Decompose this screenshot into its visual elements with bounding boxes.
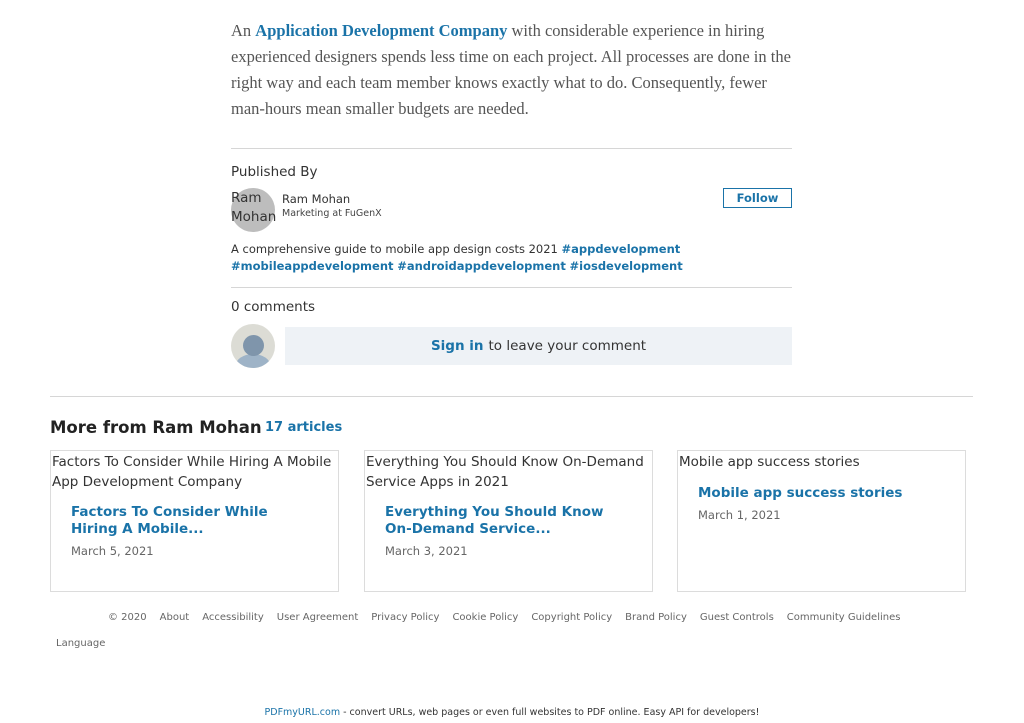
author-avatar-alt-text: Ram Mohan [231, 190, 277, 225]
card-image-alt: Mobile app success stories [679, 454, 860, 470]
card-image-alt: Everything You Should Know On-Demand Ser… [366, 454, 644, 490]
footer-links: © 2020 About Accessibility User Agreemen… [108, 612, 913, 623]
pdf-banner: PDFmyURL.com - convert URLs, web pages o… [0, 707, 1024, 718]
footer-link-about[interactable]: About [160, 612, 190, 623]
footer-link-guest-controls[interactable]: Guest Controls [700, 612, 774, 623]
card-date: March 5, 2021 [71, 544, 154, 558]
comment-prompt-text: to leave your comment [488, 338, 647, 354]
section-divider [50, 396, 973, 397]
article-prefix: An [231, 21, 256, 40]
article-tagline: A comprehensive guide to mobile app desi… [231, 241, 793, 275]
pdf-banner-text: - convert URLs, web pages or even full w… [340, 707, 760, 718]
card-date: March 1, 2021 [698, 508, 781, 522]
user-avatar-icon [231, 324, 275, 368]
article-body: An Application Development Company with … [231, 18, 793, 122]
author-name[interactable]: Ram Mohan [282, 192, 350, 206]
more-from-heading: More from Ram Mohan [50, 418, 262, 437]
article-company-link[interactable]: Application Development Company [255, 21, 507, 40]
card-date: March 3, 2021 [385, 544, 468, 558]
article-card[interactable]: Mobile app success stories Mobile app su… [677, 450, 966, 592]
footer-link-accessibility[interactable]: Accessibility [202, 612, 264, 623]
language-selector[interactable]: Language [56, 638, 105, 649]
card-image-alt: Factors To Consider While Hiring A Mobil… [52, 454, 332, 490]
comments-count: 0 comments [231, 299, 316, 315]
signin-link[interactable]: Sign in [431, 338, 484, 354]
hashtag-link[interactable]: #androidappdevelopment [397, 259, 566, 273]
footer-link-user-agreement[interactable]: User Agreement [277, 612, 359, 623]
footer-link-cookie-policy[interactable]: Cookie Policy [452, 612, 518, 623]
follow-button[interactable]: Follow [723, 188, 792, 208]
footer-link-brand-policy[interactable]: Brand Policy [625, 612, 687, 623]
hashtag-link[interactable]: #appdevelopment [562, 242, 681, 256]
author-title: Marketing at FuGenX [282, 208, 382, 219]
card-title[interactable]: Everything You Should Know On-Demand Ser… [385, 504, 632, 538]
card-title[interactable]: Factors To Consider While Hiring A Mobil… [71, 504, 318, 538]
hashtag-link[interactable]: #mobileappdevelopment [231, 259, 394, 273]
pdfmyurl-link[interactable]: PDFmyURL.com [265, 707, 341, 718]
footer-link-community-guidelines[interactable]: Community Guidelines [787, 612, 901, 623]
article-card[interactable]: Factors To Consider While Hiring A Mobil… [50, 450, 339, 592]
card-title[interactable]: Mobile app success stories [698, 485, 945, 502]
comment-signin-box[interactable]: Sign in to leave your comment [285, 327, 792, 365]
divider [231, 287, 792, 288]
tagline-text: A comprehensive guide to mobile app desi… [231, 242, 562, 256]
articles-count-link[interactable]: 17 articles [265, 420, 342, 435]
footer-copyright: © 2020 [108, 612, 147, 623]
footer-link-privacy-policy[interactable]: Privacy Policy [371, 612, 439, 623]
divider [231, 148, 792, 149]
footer-link-copyright-policy[interactable]: Copyright Policy [531, 612, 612, 623]
article-card[interactable]: Everything You Should Know On-Demand Ser… [364, 450, 653, 592]
hashtag-link[interactable]: #iosdevelopment [570, 259, 683, 273]
published-by-label: Published By [231, 164, 318, 180]
